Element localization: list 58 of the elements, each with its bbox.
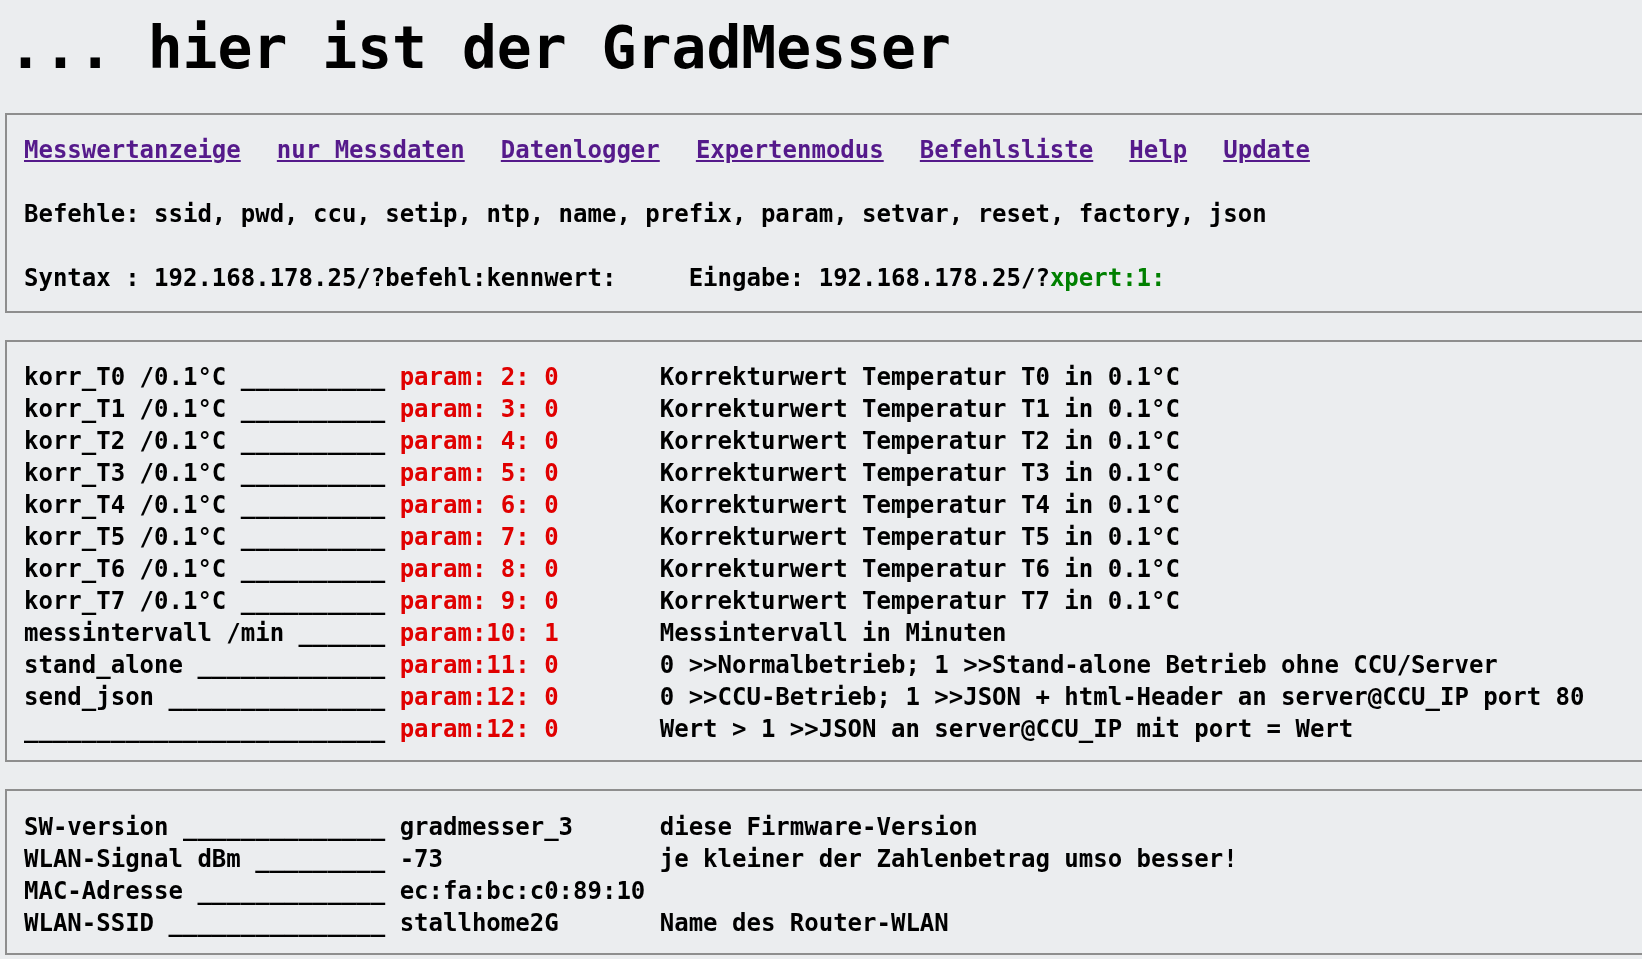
param-value: param: 2: 0 [399,362,560,393]
info-value: stallhome2G [399,908,560,939]
commands-text: Befehle: ssid, pwd, ccu, setip, ntp, name, prefix, param, setvar, reset, factory, json [24,199,1268,230]
param-value: param:11: 0 [399,650,560,681]
param-value: param: 3: 0 [399,394,560,425]
param-value: param: 6: 0 [399,490,560,521]
info-label: WLAN-SSID _______________ [24,908,387,939]
param-value: param:12: 0 [399,714,560,745]
param-value: param: 8: 0 [399,554,560,585]
param-label: _________________________ [24,714,387,745]
param-description: Korrekturwert Temperatur T0 in 0.1°C [659,362,1181,393]
param-description: Korrekturwert Temperatur T1 in 0.1°C [659,394,1181,425]
param-label: korr_T2 /0.1°C __________ [24,426,387,457]
info-description: diese Firmware-Version [659,812,979,843]
param-value: param: 5: 0 [399,458,560,489]
param-label: send_json _______________ [24,682,387,713]
param-description: Korrekturwert Temperatur T7 in 0.1°C [659,586,1181,617]
nav-link[interactable]: Befehlsliste [919,134,1094,166]
param-label: messintervall /min ______ [24,618,387,649]
param-value: param: 9: 0 [399,586,560,617]
param-label: korr_T6 /0.1°C __________ [24,554,387,585]
param-value: param:12: 0 [399,682,560,713]
param-value: param: 4: 0 [399,426,560,457]
info-label: WLAN-Signal dBm _________ [24,844,387,875]
param-description: 0 >>CCU-Betrieb; 1 >>JSON + html-Header an server@CCU_IP port 80 [659,682,1586,713]
param-description: Korrekturwert Temperatur T2 in 0.1°C [659,426,1181,457]
syntax-text: Syntax : 192.168.178.25/?befehl:kennwert: [24,263,618,294]
nav-link[interactable]: Expertenmodus [695,134,884,166]
info-label: MAC-Adresse _____________ [24,876,387,907]
info-description: Name des Router-WLAN [659,908,950,939]
input-example-text: Eingabe: 192.168.178.25/?xpert:1: [688,263,1167,294]
param-value: param: 7: 0 [399,522,560,553]
info-value: -73 [399,844,445,875]
page-title: ... hier ist der GradMesser [7,13,952,84]
param-label: korr_T4 /0.1°C __________ [24,490,387,521]
param-value: param:10: 1 [399,618,560,649]
param-label: korr_T7 /0.1°C __________ [24,586,387,617]
param-label: stand_alone _____________ [24,650,387,681]
param-label: korr_T0 /0.1°C __________ [24,362,387,393]
param-description: Korrekturwert Temperatur T3 in 0.1°C [659,458,1181,489]
param-description: Messintervall in Minuten [659,618,1008,649]
info-value: ec:fa:bc:c0:89:10 [399,876,647,907]
nav-link[interactable]: nur Messdaten [276,134,465,166]
nav-link[interactable]: Messwertanzeige [24,134,241,166]
nav-link[interactable]: Update [1223,134,1310,166]
param-description: Korrekturwert Temperatur T6 in 0.1°C [659,554,1181,585]
param-description: Korrekturwert Temperatur T4 in 0.1°C [659,490,1181,521]
nav-link[interactable]: Datenlogger [500,134,660,166]
param-description: Wert > 1 >>JSON an server@CCU_IP mit port = Wert [659,714,1355,745]
nav-link[interactable]: Help [1129,134,1188,166]
param-label: korr_T1 /0.1°C __________ [24,394,387,425]
info-label: SW-version ______________ [24,812,387,843]
info-description: je kleiner der Zahlenbetrag umso besser! [659,844,1239,875]
info-value: gradmesser_3 [399,812,575,843]
param-label: korr_T3 /0.1°C __________ [24,458,387,489]
param-description: Korrekturwert Temperatur T5 in 0.1°C [659,522,1181,553]
param-description: 0 >>Normalbetrieb; 1 >>Stand-alone Betrieb ohne CCU/Server [659,650,1499,681]
param-label: korr_T5 /0.1°C __________ [24,522,387,553]
